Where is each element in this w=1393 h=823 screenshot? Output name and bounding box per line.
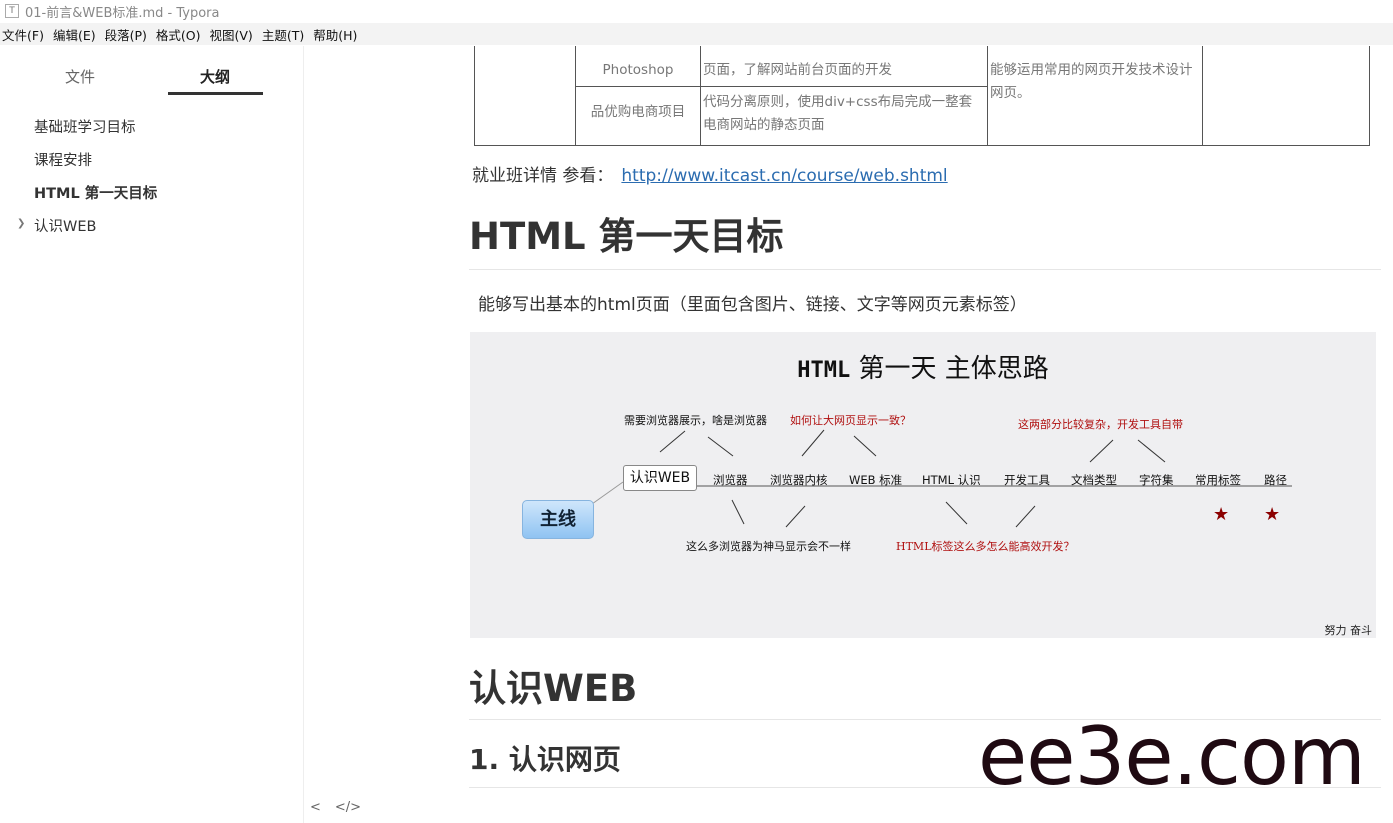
heading-html-day1: HTML 第一天目标 (469, 215, 784, 258)
typora-app-icon: T (5, 4, 19, 18)
mindmap-node: HTML 认识 (922, 473, 981, 487)
mindmap-note-why-diff: 这么多浏览器为神马显示会不一样 (686, 540, 851, 553)
star-icon: ★ (1213, 504, 1230, 525)
sidebar-tabs: 文件 大纲 (0, 60, 303, 100)
mindmap-node: 字符集 (1139, 473, 1174, 487)
outline-item-html-day1[interactable]: HTML 第一天目标 (34, 182, 157, 203)
star-icon: ★ (1264, 504, 1281, 525)
heading-know-web: 认识WEB (469, 667, 638, 710)
mindmap-node: 开发工具 (1004, 473, 1050, 487)
menu-format[interactable]: 格式(O) (154, 25, 208, 44)
outline-item-know-web[interactable]: 认识WEB (34, 215, 96, 236)
menu-theme[interactable]: 主题(T) (260, 25, 311, 44)
watermark: ee3e.com (978, 710, 1366, 803)
link-label: 就业班详情 参看： (472, 166, 614, 186)
outline-item-basic-goals[interactable]: 基础班学习目标 (34, 116, 136, 137)
table-cell: 页面，了解网站前台页面的开发 (700, 46, 988, 87)
active-tab-indicator (168, 92, 263, 95)
table-cell: 代码分离原则，使用div+css布局完成一整套电商网站的静态页面 (700, 86, 988, 146)
menu-file[interactable]: 文件(F) (0, 25, 51, 44)
title-bar: T 01-前言&WEB标准.md - Typora (0, 0, 1393, 22)
table-cell: 品优购电商项目 (575, 86, 701, 146)
table-cell (1202, 46, 1370, 146)
mindmap-note-complex: 这两部分比较复杂，开发工具自带 (1018, 418, 1183, 431)
table-row: Photoshop 页面，了解网站前台页面的开发 能够运用常用的网页开发技术设计… (474, 46, 1370, 146)
mindmap-node-know-web: 认识WEB (623, 465, 697, 491)
tab-files[interactable]: 文件 (65, 66, 95, 87)
course-link[interactable]: http://www.itcast.cn/course/web.shtml (621, 166, 947, 186)
mindmap-note-consistent: 如何让大网页显示一致？ (790, 414, 911, 427)
employment-link-line: 就业班详情 参看： http://www.itcast.cn/course/web… (472, 161, 948, 186)
goal-paragraph: 能够写出基本的html页面（里面包含图片、链接、文字等网页元素标签） (478, 295, 1027, 315)
course-table: Photoshop 页面，了解网站前台页面的开发 能够运用常用的网页开发技术设计… (474, 46, 1370, 146)
mindmap-signature: 努力 奋斗 (1324, 624, 1373, 637)
table-cell (474, 46, 576, 146)
mindmap-note-efficient: HTML标签这么多怎么能高效开发？ (896, 540, 1075, 553)
menu-bar: 文件(F) 编辑(E) 段落(P) 格式(O) 视图(V) 主题(T) 帮助(H… (0, 23, 1393, 45)
mindmap-image: HTML 第一天 主体思路 主线 认识WEB 浏览器 浏览器内核 WEB 标准 … (470, 332, 1376, 638)
mindmap-node: 浏览器内核 (770, 473, 828, 487)
menu-edit[interactable]: 编辑(E) (51, 25, 103, 44)
menu-paragraph[interactable]: 段落(P) (103, 25, 154, 44)
mindmap-root-node: 主线 (522, 500, 594, 539)
table-cell: Photoshop (575, 46, 701, 87)
menu-help[interactable]: 帮助(H) (311, 25, 364, 44)
editor-content[interactable]: Photoshop 页面，了解网站前台页面的开发 能够运用常用的网页开发技术设计… (304, 46, 1393, 823)
table-cell: 能够运用常用的网页开发技术设计网页。 (987, 46, 1203, 146)
heading-know-webpage: 1. 认识网页 (469, 743, 621, 776)
tab-outline[interactable]: 大纲 (200, 66, 230, 87)
mindmap-node: 常用标签 (1195, 473, 1241, 487)
chevron-right-icon[interactable]: ❯ (17, 218, 25, 229)
mindmap-note-browser: 需要浏览器展示，啥是浏览器 (624, 414, 767, 427)
mindmap-node: WEB 标准 (849, 473, 903, 487)
heading-rule (469, 269, 1381, 270)
mindmap-node: 文档类型 (1071, 473, 1117, 487)
outline-item-schedule[interactable]: 课程安排 (34, 149, 92, 170)
window-title: 01-前言&WEB标准.md - Typora (25, 5, 220, 21)
menu-view[interactable]: 视图(V) (208, 25, 260, 44)
mindmap-node: 路径 (1264, 473, 1287, 487)
mindmap-node: 浏览器 (713, 473, 748, 487)
sidebar: 文件 大纲 基础班学习目标 课程安排 HTML 第一天目标 ❯ 认识WEB (0, 46, 304, 823)
